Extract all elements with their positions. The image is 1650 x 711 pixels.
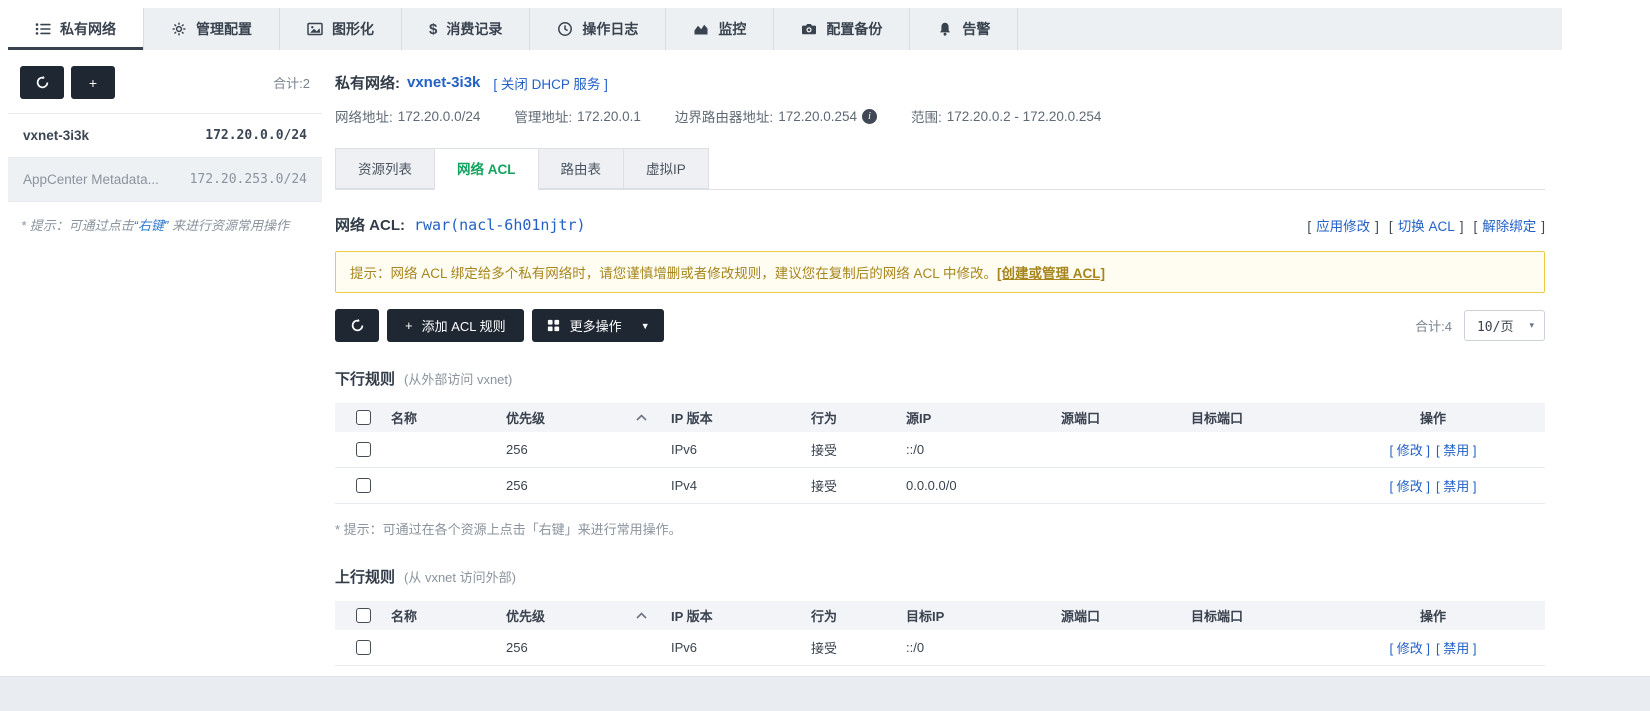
- select-all-checkbox[interactable]: [355, 608, 371, 623]
- info-icon[interactable]: i: [862, 108, 878, 124]
- add-acl-rule-button[interactable]: + 添加 ACL 规则: [387, 309, 524, 342]
- gears-icon: [172, 22, 186, 36]
- row-checkbox[interactable]: [355, 640, 371, 655]
- nav-tab-label: 配置备份: [826, 21, 883, 37]
- nav-tab-label: 操作日志: [582, 21, 639, 37]
- nav-tab-private-network[interactable]: 私有网络: [8, 8, 144, 50]
- nav-tab-label: 告警: [962, 21, 991, 37]
- detail-tabs: 资源列表 网络 ACL 路由表 虚拟IP: [335, 148, 1545, 190]
- unbind-acl-link[interactable]: [解除绑定]: [1473, 215, 1545, 235]
- console-page: 私有网络 管理配置 图形化 $ 消费记录 操作日志 监控 配置备份 告警 + 合…: [0, 0, 1650, 711]
- monitor-icon: [694, 24, 708, 35]
- acl-label: 网络 ACL:: [335, 217, 405, 234]
- vxnet-detail-panel: 私有网络: vxnet-3i3k [ 关闭 DHCP 服务 ] 网络地址: 172…: [335, 50, 1545, 711]
- sidebar-total-count: 合计:2: [273, 76, 310, 91]
- sort-asc-icon[interactable]: [636, 612, 647, 619]
- right-click-hint: “右键”: [133, 218, 169, 233]
- sidebar-refresh-button[interactable]: [20, 66, 64, 99]
- sort-asc-icon[interactable]: [636, 414, 647, 421]
- acl-value: rwar(nacl-6h01njtr): [414, 215, 586, 234]
- warning-text: 提示：网络 ACL 绑定给多个私有网络时，请您谨慎增删或者修改规则，建议您在复制…: [350, 266, 998, 281]
- resource-title: 私有网络: vxnet-3i3k [ 关闭 DHCP 服务 ]: [335, 72, 1545, 93]
- disable-rule-link[interactable]: [ 禁用 ]: [1436, 638, 1476, 657]
- table-header-row: 名称 优先级 IP 版本 行为 源IP 源端口 目标端口 操作: [335, 403, 1545, 432]
- more-actions-dropdown[interactable]: 更多操作 ▼: [531, 309, 664, 342]
- nav-tab-config-backup[interactable]: 配置备份: [774, 8, 911, 50]
- acl-toolbar: + 添加 ACL 规则 更多操作 ▼ 合计:4 10/页 ▾: [335, 309, 1545, 342]
- vxnet-sidebar: + 合计:2 vxnet-3i3k 172.20.0.0/24 AppCente…: [8, 50, 322, 247]
- nav-tab-billing[interactable]: $ 消费记录: [402, 8, 531, 50]
- chevron-down-icon: ▾: [1529, 320, 1534, 330]
- vxnet-cidr: 172.20.0.0/24: [205, 128, 307, 143]
- downstream-rules-table: 名称 优先级 IP 版本 行为 源IP 源端口 目标端口 操作 256 IPv6…: [335, 403, 1545, 504]
- image-icon: [307, 22, 323, 36]
- refresh-icon: [36, 75, 48, 89]
- camera-icon: [802, 24, 817, 35]
- clock-icon: [558, 22, 573, 36]
- tab-virtual-ip[interactable]: 虚拟IP: [623, 148, 709, 189]
- plus-icon: +: [88, 74, 98, 91]
- nav-tab-label: 监控: [718, 21, 747, 37]
- resource-info-line: 网络地址: 172.20.0.0/24 管理地址: 172.20.0.1 边界路由器…: [335, 108, 1102, 125]
- switch-acl-link[interactable]: [切换 ACL]: [1389, 215, 1464, 235]
- grid-icon: [547, 319, 559, 332]
- vxnet-list-item[interactable]: AppCenter Metadata... 172.20.253.0/24: [8, 158, 322, 202]
- nav-tab-alerts[interactable]: 告警: [910, 8, 1019, 50]
- row-checkbox[interactable]: [355, 478, 371, 493]
- nav-tab-monitoring[interactable]: 监控: [666, 8, 775, 50]
- modify-rule-link[interactable]: [ 修改 ]: [1390, 440, 1430, 459]
- sidebar-toolbar: + 合计:2: [8, 50, 322, 114]
- table-row: 256 IPv6 接受 ::/0 [ 修改 ][ 禁用 ]: [335, 630, 1545, 666]
- modify-rule-link[interactable]: [ 修改 ]: [1390, 638, 1430, 657]
- bottom-bar: [0, 676, 1650, 711]
- table-row: 256 IPv4 接受 0.0.0.0/0 [ 修改 ][ 禁用 ]: [335, 468, 1545, 504]
- resource-title-label: 私有网络:: [335, 75, 400, 92]
- acl-actions: [应用修改] [切换 ACL] [解除绑定]: [1307, 215, 1545, 235]
- dollar-icon: $: [429, 20, 438, 38]
- table-row: 256 IPv6 接受 ::/0 [ 修改 ][ 禁用 ]: [335, 432, 1545, 468]
- tab-network-acl[interactable]: 网络 ACL: [434, 148, 539, 190]
- modify-rule-link[interactable]: [ 修改 ]: [1390, 476, 1430, 495]
- acl-header-line: 网络 ACL: rwar(nacl-6h01njtr) [应用修改] [切换 A…: [335, 214, 1545, 235]
- rules-total-count: 合计:4: [1415, 319, 1452, 334]
- sidebar-add-button[interactable]: +: [71, 66, 115, 99]
- vxnet-name: AppCenter Metadata...: [23, 172, 159, 187]
- acl-refresh-button[interactable]: [335, 309, 379, 342]
- table-header-row: 名称 优先级 IP 版本 行为 目标IP 源端口 目标端口 操作: [335, 601, 1545, 630]
- acl-warning-banner: 提示：网络 ACL 绑定给多个私有网络时，请您谨慎增删或者修改规则，建议您在复制…: [335, 251, 1545, 293]
- downstream-table-tip: * 提示：可通过在各个资源上点击「右键」来进行常用操作。: [335, 522, 682, 537]
- disable-rule-link[interactable]: [ 禁用 ]: [1436, 476, 1476, 495]
- create-manage-acl-link[interactable]: [创建或管理 ACL]: [997, 262, 1105, 282]
- resource-title-value: vxnet-3i3k: [407, 74, 481, 91]
- bell-icon: [940, 22, 951, 36]
- nav-tab-label: 消费记录: [446, 21, 503, 37]
- nav-tab-label: 私有网络: [60, 21, 116, 37]
- toolbar-right: 合计:4 10/页 ▾: [1415, 310, 1545, 341]
- nav-tab-graphs[interactable]: 图形化: [280, 8, 402, 50]
- list-icon: [35, 23, 51, 35]
- top-navigation: 私有网络 管理配置 图形化 $ 消费记录 操作日志 监控 配置备份 告警: [8, 8, 1562, 50]
- refresh-icon: [351, 318, 363, 332]
- vxnet-list-item[interactable]: vxnet-3i3k 172.20.0.0/24: [8, 114, 322, 158]
- vxnet-name: vxnet-3i3k: [23, 128, 90, 143]
- tab-resource-list[interactable]: 资源列表: [335, 148, 435, 189]
- close-dhcp-link[interactable]: [ 关闭 DHCP 服务 ]: [493, 73, 608, 93]
- disable-rule-link[interactable]: [ 禁用 ]: [1436, 440, 1476, 459]
- upstream-section-title: 上行规则 (从 vxnet 访问外部): [335, 569, 516, 586]
- nav-tab-admin-config[interactable]: 管理配置: [144, 8, 280, 50]
- tab-route-table[interactable]: 路由表: [537, 148, 624, 189]
- nav-tab-label: 图形化: [332, 21, 374, 37]
- caret-down-icon: ▼: [640, 320, 650, 331]
- plus-icon: +: [405, 318, 413, 333]
- select-all-checkbox[interactable]: [355, 410, 371, 425]
- sidebar-tip: * 提示：可通过点击“右键” 来进行资源常用操作: [21, 218, 289, 233]
- nav-tab-operation-logs[interactable]: 操作日志: [530, 8, 667, 50]
- vxnet-cidr: 172.20.253.0/24: [189, 172, 307, 187]
- downstream-section-title: 下行规则 (从外部访问 vxnet): [335, 371, 513, 388]
- apply-changes-link[interactable]: [应用修改]: [1307, 215, 1379, 235]
- page-size-select[interactable]: 10/页 ▾: [1463, 310, 1545, 341]
- row-checkbox[interactable]: [355, 442, 371, 457]
- nav-tab-label: 管理配置: [196, 21, 252, 37]
